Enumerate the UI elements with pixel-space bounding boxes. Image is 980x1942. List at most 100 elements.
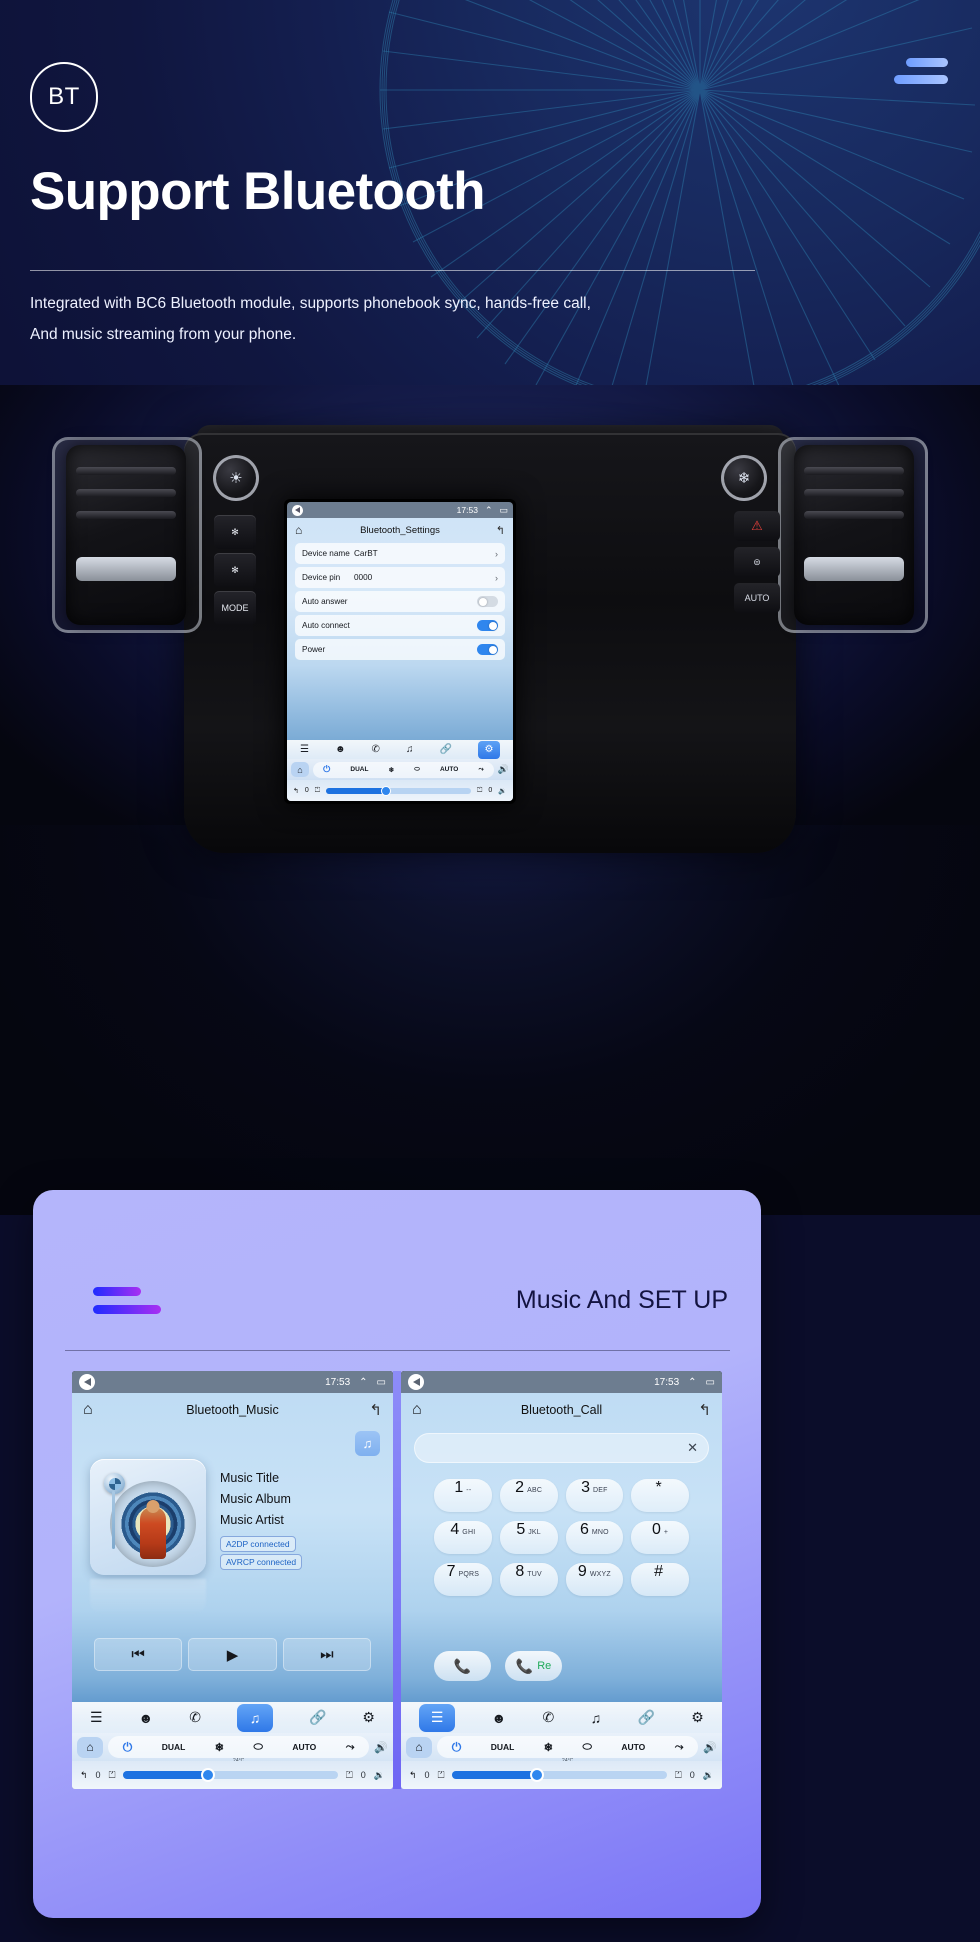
setting-row-device-name[interactable]: Device name CarBT › bbox=[295, 543, 505, 564]
redial-button[interactable]: 📞 Re bbox=[505, 1651, 562, 1681]
fan-icon[interactable]: ⤳ bbox=[346, 1741, 355, 1754]
dual-label[interactable]: DUAL bbox=[350, 766, 368, 773]
fan-icon[interactable]: ⤳ bbox=[478, 766, 483, 774]
setting-row-power[interactable]: Power bbox=[295, 639, 505, 660]
fan-speed-slider[interactable] bbox=[123, 1768, 338, 1782]
bluetooth-call-screen[interactable]: 17:53 ⌃ ▭ ⌂ Bluetooth_Call ↰ ✕ 1-- 2AB bbox=[401, 1371, 722, 1789]
key-6[interactable]: 6 MNO bbox=[565, 1521, 624, 1554]
chevron-up-icon[interactable]: ⌃ bbox=[688, 1377, 696, 1388]
snow-button[interactable]: ✻ bbox=[214, 553, 256, 587]
defrost-icon[interactable]: ⬭ bbox=[582, 1741, 591, 1754]
dial-input[interactable]: ✕ bbox=[414, 1433, 709, 1463]
music-note-icon[interactable]: ♫ bbox=[355, 1431, 380, 1456]
key-1[interactable]: 1 -- bbox=[434, 1479, 492, 1512]
tab-music[interactable]: ♫ bbox=[236, 1703, 273, 1732]
volume-down-icon[interactable]: 🔉 bbox=[703, 1770, 714, 1781]
tab-settings[interactable]: ⚙ bbox=[477, 740, 500, 759]
return-icon[interactable]: ↰ bbox=[496, 524, 505, 537]
setting-row-auto-answer[interactable]: Auto answer bbox=[295, 591, 505, 612]
auto-label[interactable]: AUTO bbox=[292, 1742, 316, 1752]
mode-button[interactable]: MODE bbox=[214, 591, 256, 625]
tab-music[interactable]: ♫ bbox=[406, 744, 414, 755]
auto-label[interactable]: AUTO bbox=[621, 1742, 645, 1752]
volume-down-icon[interactable]: 🔉 bbox=[374, 1770, 385, 1781]
tab-phone[interactable]: ✆ bbox=[543, 1709, 555, 1726]
tab-settings[interactable]: ⚙ bbox=[362, 1709, 375, 1726]
power-icon[interactable]: ⏻ bbox=[323, 764, 330, 775]
volume-up-icon[interactable]: 🔊 bbox=[703, 1741, 717, 1754]
back-icon[interactable] bbox=[79, 1374, 95, 1390]
play-button[interactable]: ▶ bbox=[188, 1638, 277, 1671]
volume-up-icon[interactable]: 🔊 bbox=[374, 1741, 388, 1754]
key-3[interactable]: 3 DEF bbox=[565, 1479, 624, 1512]
volume-down-icon[interactable]: 🔉 bbox=[498, 787, 507, 795]
auto-connect-toggle[interactable] bbox=[477, 620, 498, 631]
recents-icon[interactable]: ▭ bbox=[706, 1377, 715, 1388]
back-arrow-icon[interactable]: ↰ bbox=[80, 1770, 88, 1781]
setting-row-device-pin[interactable]: Device pin 0000 › bbox=[295, 567, 505, 588]
slider-knob[interactable] bbox=[381, 785, 392, 796]
power-toggle[interactable] bbox=[477, 644, 498, 655]
slider-knob[interactable] bbox=[200, 1768, 215, 1782]
tab-apps[interactable]: ☰ bbox=[90, 1709, 103, 1726]
tab-contacts[interactable]: ☻ bbox=[139, 1710, 154, 1726]
chevron-up-icon[interactable]: ⌃ bbox=[359, 1377, 367, 1388]
auto-button[interactable]: AUTO bbox=[734, 583, 780, 613]
snowflake-icon[interactable]: ❄ bbox=[544, 1741, 553, 1754]
tab-link[interactable]: 🔗 bbox=[637, 1709, 654, 1726]
tab-phone[interactable]: ✆ bbox=[372, 744, 380, 755]
call-button[interactable]: 📞 bbox=[434, 1651, 491, 1681]
tab-contacts[interactable]: ☻ bbox=[335, 744, 346, 755]
hu-back-icon[interactable] bbox=[292, 504, 303, 516]
back-arrow-icon[interactable]: ↰ bbox=[293, 787, 299, 795]
power-icon[interactable]: ⏻ bbox=[452, 1740, 462, 1755]
volume-up-icon[interactable]: 🔊 bbox=[498, 764, 509, 775]
chevron-up-icon[interactable]: ⌃ bbox=[485, 505, 493, 516]
head-unit-screen[interactable]: 17:53 ⌃ ▭ ⌂ Bluetooth_Settings ↰ Device … bbox=[284, 499, 516, 804]
previous-track-button[interactable]: ⏮ bbox=[94, 1638, 183, 1671]
back-icon[interactable] bbox=[408, 1374, 424, 1390]
tab-link[interactable]: 🔗 bbox=[309, 1709, 326, 1726]
seat-left-icon[interactable]: ⏍ bbox=[315, 787, 320, 795]
dual-label[interactable]: DUAL bbox=[491, 1742, 515, 1752]
dual-label[interactable]: DUAL bbox=[162, 1742, 186, 1752]
key-7[interactable]: 7 PQRS bbox=[434, 1563, 492, 1596]
fan-button[interactable]: ✻ bbox=[214, 515, 256, 549]
snowflake-icon[interactable]: ❄ bbox=[215, 1741, 224, 1754]
key-2[interactable]: 2 ABC bbox=[499, 1479, 558, 1512]
key-hash[interactable]: # bbox=[631, 1563, 689, 1596]
auto-answer-toggle[interactable] bbox=[477, 596, 498, 607]
seat-right-icon[interactable]: ⏍ bbox=[346, 1770, 353, 1781]
key-4[interactable]: 4 GHI bbox=[434, 1521, 492, 1554]
rear-defrost-button[interactable]: ⊜ bbox=[734, 547, 780, 577]
headlight-knob[interactable]: ☀ bbox=[213, 455, 259, 501]
next-track-button[interactable]: ⏭ bbox=[282, 1638, 371, 1671]
seat-right-icon[interactable]: ⏍ bbox=[477, 787, 482, 795]
key-star[interactable]: * bbox=[631, 1479, 689, 1512]
tab-settings[interactable]: ⚙ bbox=[691, 1709, 704, 1726]
slider-knob[interactable] bbox=[529, 1768, 544, 1782]
recents-icon[interactable]: ▭ bbox=[499, 505, 508, 516]
recents-icon[interactable]: ▭ bbox=[377, 1377, 386, 1388]
home-pill-icon[interactable]: ⌂ bbox=[77, 1736, 103, 1758]
setting-row-auto-connect[interactable]: Auto connect bbox=[295, 615, 505, 636]
key-0[interactable]: 0 + bbox=[631, 1521, 689, 1554]
key-9[interactable]: 9 WXYZ bbox=[565, 1563, 624, 1596]
seat-left-icon[interactable]: ⏍ bbox=[438, 1770, 445, 1781]
hazard-button[interactable]: ⚠ bbox=[734, 511, 780, 541]
tab-contacts[interactable]: ☻ bbox=[491, 1710, 506, 1726]
fan-speed-slider[interactable] bbox=[326, 785, 472, 796]
auto-label[interactable]: AUTO bbox=[440, 766, 458, 773]
fan-knob[interactable]: ❄ bbox=[721, 455, 767, 501]
snowflake-icon[interactable]: ❄ bbox=[389, 766, 394, 774]
key-8[interactable]: 8 TUV bbox=[499, 1563, 558, 1596]
tab-phone[interactable]: ✆ bbox=[189, 1709, 201, 1726]
home-icon[interactable]: ⌂ bbox=[295, 523, 302, 537]
key-5[interactable]: 5 JKL bbox=[499, 1521, 558, 1554]
hamburger-menu-icon[interactable] bbox=[894, 58, 948, 94]
fan-speed-slider[interactable] bbox=[452, 1768, 667, 1782]
home-pill-icon[interactable]: ⌂ bbox=[291, 762, 309, 777]
tab-apps[interactable]: ☰ bbox=[300, 744, 309, 755]
tab-apps[interactable]: ☰ bbox=[419, 1703, 456, 1732]
clear-icon[interactable]: ✕ bbox=[687, 1440, 698, 1456]
